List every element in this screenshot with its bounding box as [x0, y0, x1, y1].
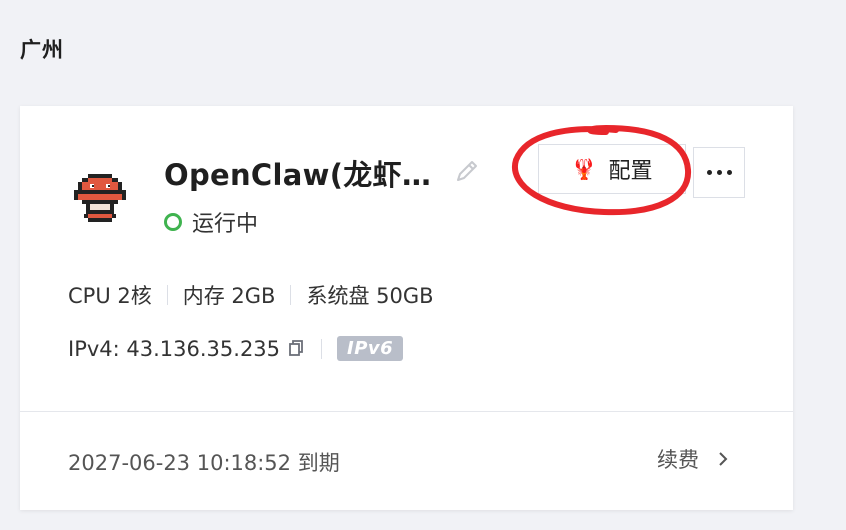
more-actions-button[interactable] [693, 147, 745, 198]
copy-icon[interactable] [286, 339, 306, 359]
spec-cpu: CPU 2核 [68, 284, 152, 308]
config-button[interactable]: 🦞 配置 [538, 144, 686, 194]
expire-date: 2027-06-23 10:18:52 到期 [68, 451, 340, 475]
lobster-avatar-icon [74, 174, 126, 222]
more-dots-icon [706, 170, 732, 175]
status-dot-icon [164, 213, 182, 231]
spec-row: CPU 2核 内存 2GB 系统盘 50GB [68, 280, 434, 310]
ipv4-address: IPv4: 43.136.35.235 [68, 336, 281, 361]
divider [321, 338, 323, 359]
divider [166, 285, 168, 305]
spec-disk: 系统盘 50GB [306, 284, 434, 308]
status-indicator: 运行中 [164, 206, 258, 238]
renew-label: 续费 [657, 448, 699, 472]
status-text: 运行中 [192, 212, 259, 237]
instance-card: OpenClaw(龙虾… 运行中 🦞 配置 CPU 2核 内存 2GB 系统盘 … [20, 106, 793, 510]
ip-row: IPv4: 43.136.35.235 IPv6 [68, 336, 404, 361]
card-divider [20, 411, 793, 412]
renew-link[interactable]: 续费 [657, 444, 731, 474]
region-title: 广州 [20, 38, 64, 62]
ipv6-badge: IPv6 [337, 336, 404, 361]
spec-memory: 内存 2GB [182, 284, 276, 308]
config-button-label: 配置 [608, 159, 653, 184]
instance-name: OpenClaw(龙虾… [164, 158, 432, 192]
divider [290, 285, 292, 305]
lobster-icon: 🦞 [571, 157, 597, 181]
chevron-right-icon [719, 452, 728, 466]
pencil-icon[interactable] [452, 156, 482, 186]
